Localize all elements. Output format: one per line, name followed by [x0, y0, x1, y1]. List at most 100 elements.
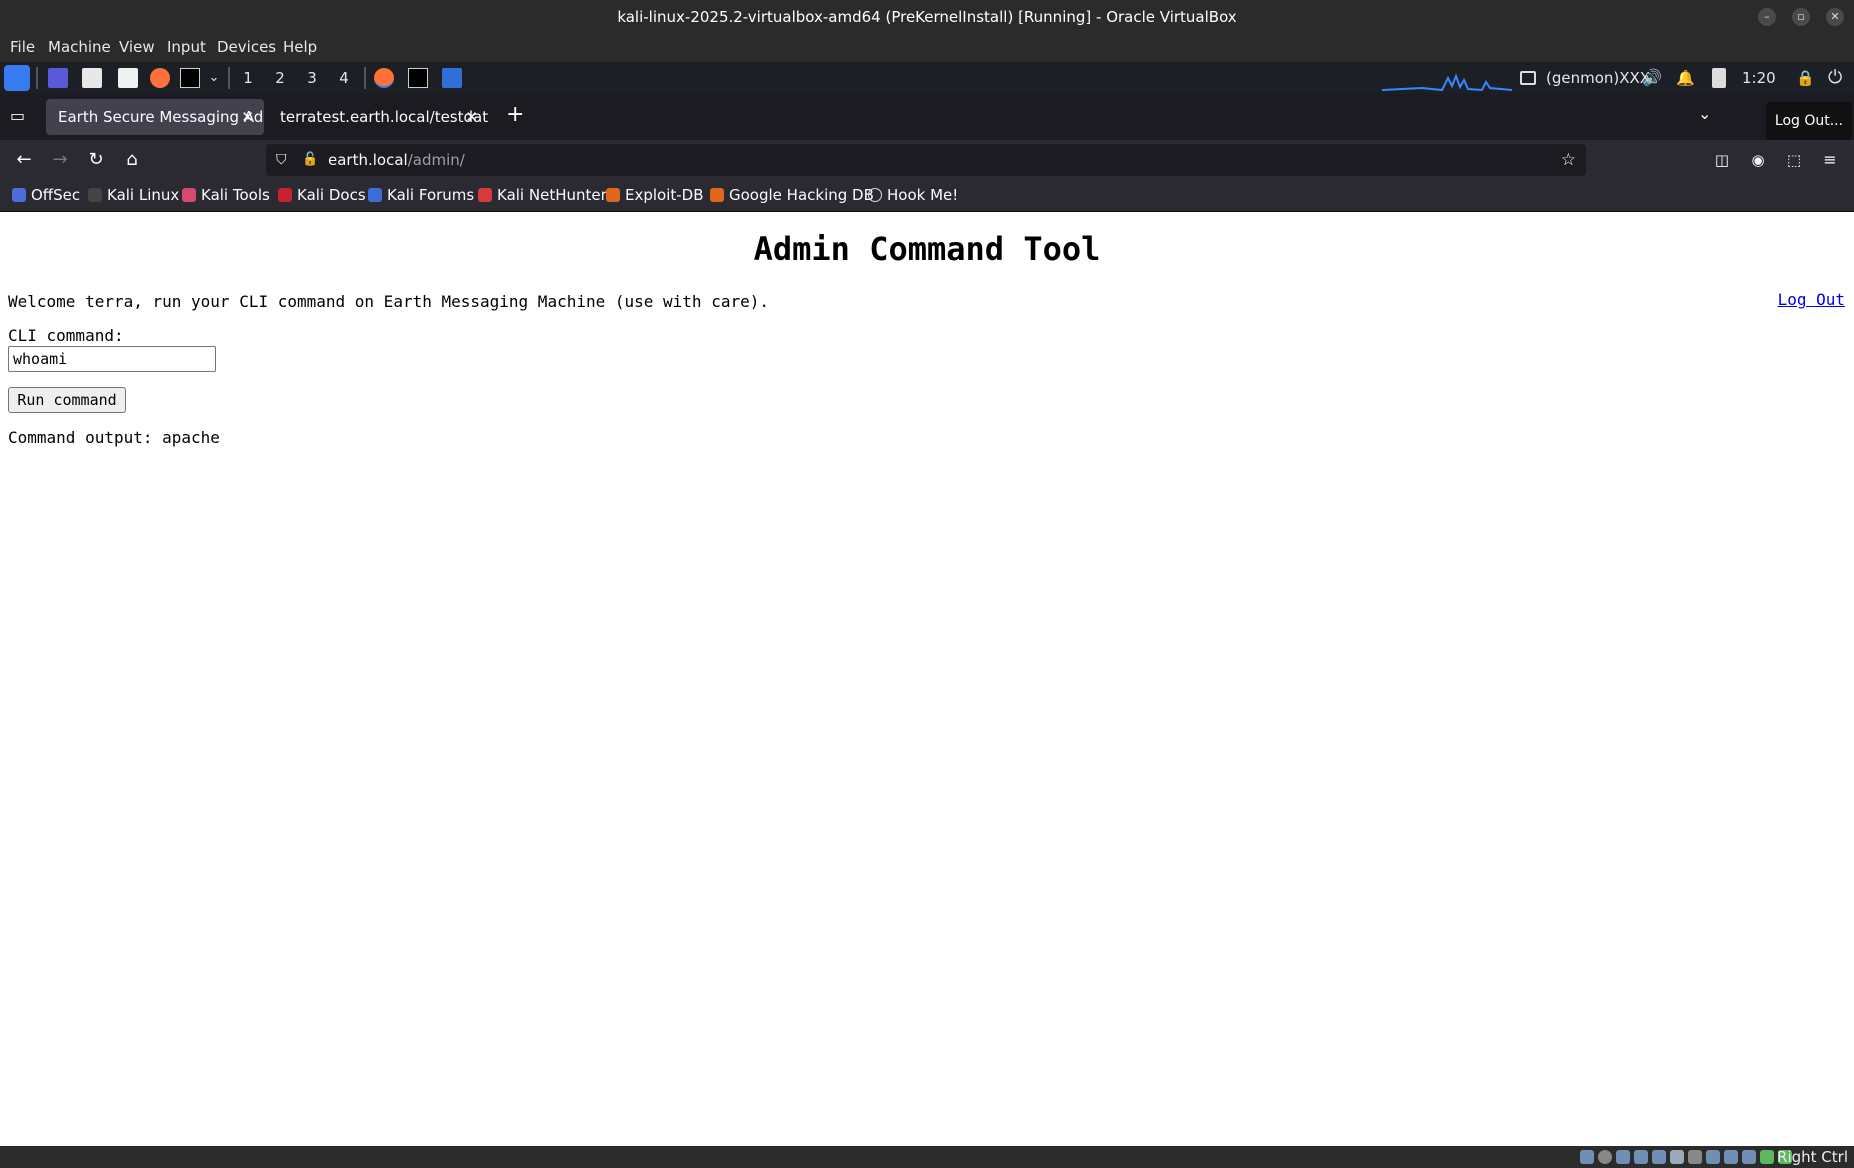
- panel-clock[interactable]: 1:20: [1742, 62, 1776, 94]
- desktop-panel: ⌄ 1 2 3 4 (genmon)XXX 🔊 🔔 1:20 🔒 ⏻: [0, 62, 1854, 96]
- nav-bar: ← → ↻ ⌂ ⛉ 🔓 earth.local/admin/ ☆ ◫ ◉ ⬚ ≡: [0, 140, 1854, 180]
- vbox-menu-bar: File Machine View Input Devices Help: [0, 34, 1854, 62]
- menu-help[interactable]: Help: [283, 34, 317, 60]
- insecure-lock-icon[interactable]: 🔓: [302, 144, 318, 176]
- optical-drive-icon[interactable]: [1598, 1150, 1612, 1164]
- shield-icon[interactable]: ⛉: [276, 144, 287, 176]
- vbox-status-bar: Right Ctrl: [0, 1146, 1854, 1168]
- bookmark-kali-docs[interactable]: Kali Docs: [278, 180, 366, 211]
- reload-icon[interactable]: ↻: [84, 148, 108, 172]
- forward-icon[interactable]: →: [48, 148, 72, 172]
- usb-icon[interactable]: [1652, 1150, 1666, 1164]
- panel-separator: [364, 67, 366, 89]
- kali-menu-icon[interactable]: [4, 65, 30, 91]
- shared-folders-icon[interactable]: [1670, 1150, 1684, 1164]
- mouse-integration-icon[interactable]: [1742, 1150, 1756, 1164]
- bookmark-kali-linux[interactable]: Kali Linux: [88, 180, 179, 211]
- volume-icon[interactable]: 🔊: [1642, 62, 1662, 94]
- workspace-2[interactable]: 2: [266, 62, 294, 94]
- url-bar[interactable]: ⛉ 🔓 earth.local/admin/ ☆: [266, 144, 1586, 176]
- globe-icon: [868, 188, 882, 202]
- offsec-icon: [12, 188, 26, 202]
- logout-link[interactable]: Log Out: [1778, 290, 1845, 309]
- kali-docs-icon: [278, 188, 292, 202]
- kali-forums-icon: [368, 188, 382, 202]
- menu-view[interactable]: View: [119, 34, 155, 60]
- tab-close-icon[interactable]: ✕: [241, 99, 254, 135]
- logout-tooltip: Log Out...: [1766, 102, 1852, 140]
- menu-file[interactable]: File: [10, 34, 35, 60]
- network-icon[interactable]: [1634, 1150, 1648, 1164]
- new-tab-icon[interactable]: +: [506, 102, 524, 127]
- menu-input[interactable]: Input: [167, 34, 206, 60]
- bookmark-kali-tools[interactable]: Kali Tools: [182, 180, 270, 211]
- bookmark-label: Kali Linux: [107, 186, 180, 204]
- folder-window-icon[interactable]: [442, 68, 462, 88]
- account-icon[interactable]: ◉: [1746, 148, 1770, 172]
- tab-strip: ▭ Earth Secure Messaging Adm ✕ terratest…: [0, 94, 1854, 140]
- file-manager-icon[interactable]: [82, 68, 102, 88]
- bookmark-exploit-db[interactable]: Exploit-DB: [606, 180, 704, 211]
- workspace-3[interactable]: 3: [298, 62, 326, 94]
- show-desktop-icon[interactable]: [48, 68, 68, 88]
- cpu-status-icon[interactable]: [1724, 1150, 1738, 1164]
- genmon-text: (genmon)XXX: [1546, 69, 1651, 87]
- page-title: Admin Command Tool: [753, 230, 1101, 268]
- chevron-down-icon[interactable]: ⌄: [202, 62, 226, 94]
- firefox-icon[interactable]: [150, 68, 170, 88]
- workspace-1[interactable]: 1: [234, 62, 262, 96]
- back-icon[interactable]: ←: [12, 148, 36, 172]
- workspace-4[interactable]: 4: [330, 62, 358, 94]
- text-editor-icon[interactable]: [118, 68, 138, 88]
- bookmark-label: Exploit-DB: [625, 186, 704, 204]
- recording-icon[interactable]: [1706, 1150, 1720, 1164]
- audio-icon[interactable]: [1616, 1150, 1630, 1164]
- tab-overflow-chevron-icon[interactable]: ⌄: [1698, 104, 1711, 123]
- notification-icon[interactable]: 🔔: [1676, 62, 1695, 94]
- run-command-button[interactable]: Run command: [8, 387, 126, 413]
- tab-close-icon[interactable]: ✕: [465, 99, 478, 135]
- bookmark-hook-me[interactable]: Hook Me!: [868, 180, 958, 211]
- minimize-icon[interactable]: –: [1758, 8, 1776, 26]
- bookmark-label: Google Hacking DB: [729, 186, 874, 204]
- hamburger-menu-icon[interactable]: ≡: [1818, 148, 1842, 172]
- bookmark-google-hacking-db[interactable]: Google Hacking DB: [710, 180, 874, 211]
- power-icon[interactable]: ⏻: [1828, 62, 1842, 94]
- tab-label: terratest.earth.local/testdata: [280, 108, 488, 126]
- home-icon[interactable]: ⌂: [120, 148, 144, 172]
- terminal-icon[interactable]: [180, 68, 200, 88]
- tab-terratest[interactable]: terratest.earth.local/testdata ✕: [268, 99, 488, 135]
- cli-command-label: CLI command:: [8, 326, 124, 345]
- nethunter-icon: [478, 188, 492, 202]
- lock-icon[interactable]: 🔒: [1796, 62, 1815, 94]
- bookmark-kali-forums[interactable]: Kali Forums: [368, 180, 474, 211]
- bookmark-kali-nethunter[interactable]: Kali NetHunter: [478, 180, 607, 211]
- extensions-icon[interactable]: ⬚: [1782, 148, 1806, 172]
- url-text[interactable]: earth.local/admin/: [328, 144, 465, 176]
- menu-machine[interactable]: Machine: [48, 34, 111, 60]
- restore-icon[interactable]: ▫: [1792, 8, 1810, 26]
- panel-separator: [36, 67, 38, 89]
- hard-disk-icon[interactable]: [1580, 1150, 1594, 1164]
- menu-devices[interactable]: Devices: [217, 34, 276, 60]
- terminal-window-icon[interactable]: [408, 68, 428, 88]
- url-path: /admin/: [407, 151, 465, 169]
- display-icon[interactable]: [1520, 71, 1536, 85]
- pocket-icon[interactable]: ◫: [1710, 148, 1734, 172]
- host-key-label: Right Ctrl: [1777, 1148, 1848, 1166]
- page-content: Admin Command Tool Welcome terra, run yo…: [0, 212, 1854, 1146]
- display-status-icon[interactable]: [1688, 1150, 1702, 1164]
- bookmark-star-icon[interactable]: ☆: [1561, 144, 1576, 176]
- tab-earth-messaging[interactable]: Earth Secure Messaging Adm ✕: [46, 99, 264, 135]
- bookmark-offsec[interactable]: OffSec: [12, 180, 80, 211]
- close-icon[interactable]: ✕: [1826, 8, 1844, 26]
- firefox-window-icon[interactable]: [374, 68, 394, 88]
- bookmark-label: Hook Me!: [887, 186, 959, 204]
- bookmark-label: Kali Docs: [297, 186, 366, 204]
- exploit-db-icon: [606, 188, 620, 202]
- clipboard-icon[interactable]: [1712, 68, 1726, 88]
- guest-additions-icon[interactable]: [1760, 1150, 1774, 1164]
- tab-list-icon[interactable]: ▭: [10, 106, 25, 125]
- panel-separator: [228, 67, 230, 89]
- cli-command-input[interactable]: [8, 346, 216, 372]
